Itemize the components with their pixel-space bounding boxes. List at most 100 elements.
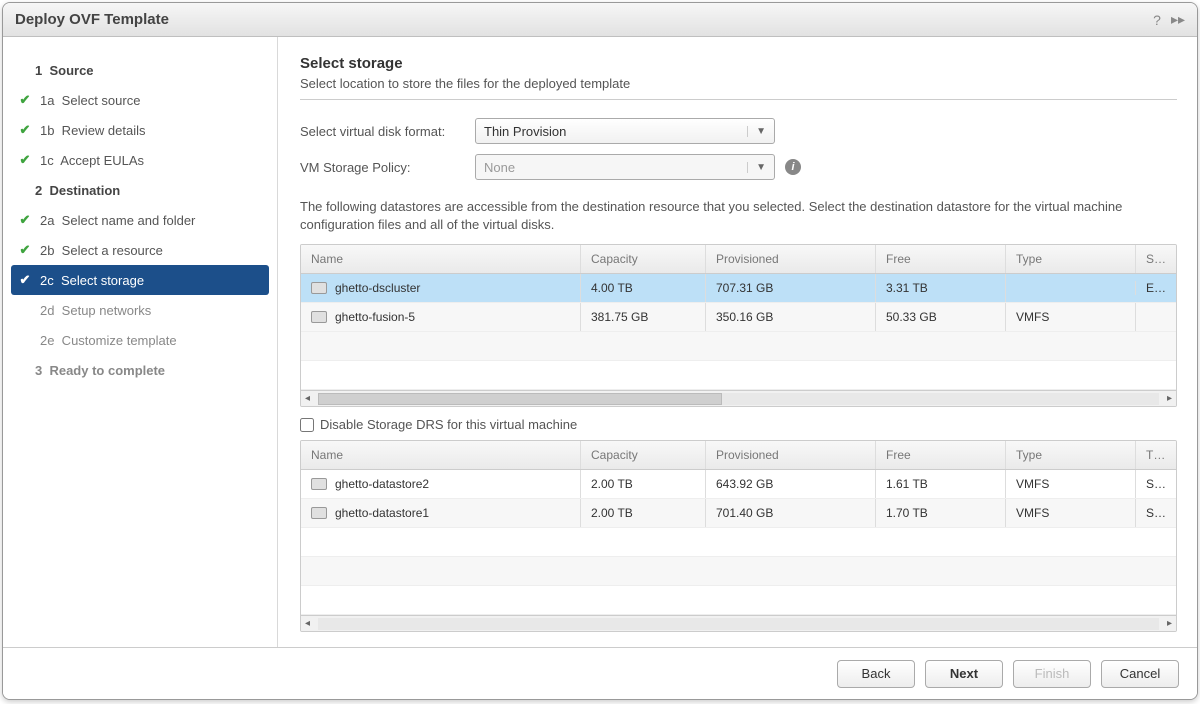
sidebar-item-1a[interactable]: ✔1a Select source (3, 85, 277, 115)
disk-format-dropdown[interactable]: Thin Provision ▼ (475, 118, 775, 144)
th-type[interactable]: Type (1006, 245, 1136, 273)
sidebar-item-label: 2e Customize template (35, 333, 177, 348)
th-name[interactable]: Name (301, 441, 581, 469)
sidebar-item-2b[interactable]: ✔2b Select a resource (3, 235, 277, 265)
ovf-deploy-dialog: Deploy OVF Template ? ▸▸ 1 Source✔1a Sel… (2, 2, 1198, 700)
datastore-name: ghetto-fusion-5 (335, 310, 415, 324)
table-row[interactable]: ghetto-dscluster4.00 TB707.31 GB3.31 TBE… (301, 274, 1176, 303)
scroll-left-icon[interactable]: ◂ (305, 393, 310, 404)
sidebar-item-label: 1c Accept EULAs (35, 153, 144, 168)
table-row-empty (301, 332, 1176, 361)
disable-drs-row: Disable Storage DRS for this virtual mac… (300, 417, 1177, 432)
sidebar-item-label: 1 Source (35, 63, 94, 78)
scroll-right-icon[interactable]: ▸ (1167, 618, 1172, 629)
th-free[interactable]: Free (876, 441, 1006, 469)
datastore-members-table: Name Capacity Provisioned Free Type Thin… (300, 440, 1177, 632)
scroll-left-icon[interactable]: ◂ (305, 618, 310, 629)
sidebar-item-label: 1b Review details (35, 123, 146, 138)
sidebar-item-label: 2 Destination (35, 183, 120, 198)
sidebar-item-2c[interactable]: ✔2c Select storage (11, 265, 269, 295)
datastore-icon (311, 311, 327, 323)
dialog-body: 1 Source✔1a Select source✔1b Review deta… (3, 37, 1197, 647)
th-capacity[interactable]: Capacity (581, 245, 706, 273)
table-row[interactable]: ghetto-fusion-5381.75 GB350.16 GB50.33 G… (301, 303, 1176, 332)
check-icon: ✔ (15, 272, 35, 288)
cell-storage-drs: Enabled (1136, 274, 1176, 302)
info-icon[interactable]: i (785, 159, 801, 175)
disable-drs-checkbox[interactable] (300, 418, 314, 432)
table-row-empty (301, 528, 1176, 557)
datastore-name: ghetto-datastore2 (335, 477, 429, 491)
table-row-empty (301, 361, 1176, 390)
table-row[interactable]: ghetto-datastore22.00 TB643.92 GB1.61 TB… (301, 470, 1176, 499)
scroll-track[interactable] (318, 618, 1159, 630)
datastore-name: ghetto-dscluster (335, 281, 420, 295)
table-body: ghetto-datastore22.00 TB643.92 GB1.61 TB… (301, 470, 1176, 615)
th-capacity[interactable]: Capacity (581, 441, 706, 469)
th-provisioned[interactable]: Provisioned (706, 245, 876, 273)
wizard-sidebar: 1 Source✔1a Select source✔1b Review deta… (3, 37, 278, 647)
titlebar-controls: ? ▸▸ (1153, 11, 1185, 28)
sidebar-item-1c[interactable]: ✔1c Accept EULAs (3, 145, 277, 175)
check-icon: ✔ (15, 212, 35, 228)
scroll-right-icon[interactable]: ▸ (1167, 393, 1172, 404)
cell-type: VMFS (1006, 303, 1136, 331)
sidebar-item-1[interactable]: 1 Source (3, 55, 277, 85)
cell-provisioned: 643.92 GB (706, 470, 876, 498)
back-button[interactable]: Back (837, 660, 915, 688)
sidebar-item-2e: 2e Customize template (3, 325, 277, 355)
sidebar-item-3: 3 Ready to complete (3, 355, 277, 385)
table-header-row: Name Capacity Provisioned Free Type Thin… (301, 441, 1176, 470)
sidebar-item-1b[interactable]: ✔1b Review details (3, 115, 277, 145)
table-row-empty (301, 586, 1176, 615)
storage-policy-value: None (484, 160, 515, 175)
cell-thin-provision: Supported (1136, 470, 1176, 498)
cell-capacity: 2.00 TB (581, 499, 706, 527)
th-free[interactable]: Free (876, 245, 1006, 273)
page-subtitle: Select location to store the files for t… (300, 76, 1177, 91)
cancel-button[interactable]: Cancel (1101, 660, 1179, 688)
cell-name: ghetto-dscluster (301, 274, 581, 302)
finish-button: Finish (1013, 660, 1091, 688)
sidebar-item-label: 2c Select storage (35, 273, 144, 288)
expand-icon[interactable]: ▸▸ (1171, 11, 1185, 28)
table-row[interactable]: ghetto-datastore12.00 TB701.40 GB1.70 TB… (301, 499, 1176, 528)
th-storage-drs[interactable]: Storage DRS (1136, 245, 1176, 273)
th-provisioned[interactable]: Provisioned (706, 441, 876, 469)
cell-provisioned: 350.16 GB (706, 303, 876, 331)
cell-thin-provision: Supported (1136, 499, 1176, 527)
horizontal-scrollbar[interactable]: ◂ ▸ (301, 615, 1176, 631)
datastore-table: Name Capacity Provisioned Free Type Stor… (300, 244, 1177, 407)
next-button[interactable]: Next (925, 660, 1003, 688)
horizontal-scrollbar[interactable]: ◂ ▸ (301, 390, 1176, 406)
th-type[interactable]: Type (1006, 441, 1136, 469)
storage-policy-row: VM Storage Policy: None ▼ i (300, 154, 1177, 180)
storage-policy-label: VM Storage Policy: (300, 160, 475, 175)
cell-free: 50.33 GB (876, 303, 1006, 331)
sidebar-item-label: 2a Select name and folder (35, 213, 195, 228)
sidebar-item-label: 2b Select a resource (35, 243, 163, 258)
table-row-empty (301, 557, 1176, 586)
check-icon: ✔ (15, 242, 35, 258)
datastore-icon (311, 507, 327, 519)
cell-provisioned: 707.31 GB (706, 274, 876, 302)
storage-policy-dropdown: None ▼ (475, 154, 775, 180)
divider (300, 99, 1177, 100)
cell-type (1006, 281, 1136, 295)
sidebar-item-2[interactable]: 2 Destination (3, 175, 277, 205)
dialog-title: Deploy OVF Template (15, 11, 169, 28)
cell-name: ghetto-fusion-5 (301, 303, 581, 331)
cell-free: 1.70 TB (876, 499, 1006, 527)
scroll-track[interactable] (318, 393, 1159, 405)
scroll-thumb[interactable] (318, 393, 722, 405)
disk-format-value: Thin Provision (484, 124, 566, 139)
table-body: ghetto-dscluster4.00 TB707.31 GB3.31 TBE… (301, 274, 1176, 390)
datastore-description: The following datastores are accessible … (300, 198, 1177, 234)
th-name[interactable]: Name (301, 245, 581, 273)
th-thin-provision[interactable]: Thin Provision (1136, 441, 1176, 469)
help-icon[interactable]: ? (1153, 12, 1161, 28)
check-icon: ✔ (15, 122, 35, 138)
sidebar-item-2a[interactable]: ✔2a Select name and folder (3, 205, 277, 235)
cell-capacity: 4.00 TB (581, 274, 706, 302)
page-title: Select storage (300, 55, 1177, 72)
